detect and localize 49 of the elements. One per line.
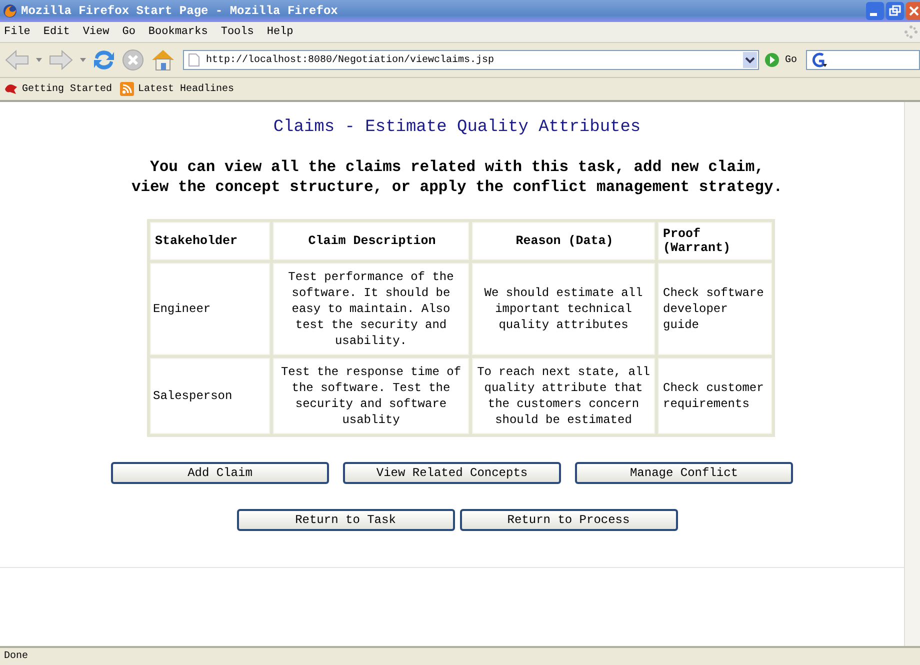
table-cell: Salesperson: [150, 358, 270, 434]
action-button[interactable]: Return to Task: [236, 509, 454, 531]
bookmark-link[interactable]: Getting Started: [22, 84, 112, 94]
menu-item[interactable]: Edit: [43, 26, 70, 38]
scrollbar[interactable]: [904, 102, 920, 646]
bookmark-icon: [4, 83, 18, 95]
close-icon[interactable]: [906, 2, 920, 20]
action-button[interactable]: Manage Conflict: [575, 462, 793, 484]
home-icon[interactable]: [150, 47, 176, 73]
intro-text: You can view all the claims related with this task, add new claim,: [149, 157, 765, 177]
page-icon: [188, 53, 200, 67]
forward-arrow-icon[interactable]: [48, 49, 74, 71]
table-cell: We should estimate all important technical quality attributes: [472, 263, 655, 355]
rss-feed-icon: [120, 82, 134, 96]
column-header: Reason (Data): [472, 222, 655, 260]
address-field[interactable]: http://localhost:8080/Negotiation/viewclaims.jsp: [183, 50, 759, 70]
intro-text: view the concept structure, or apply the conflict management strategy.: [131, 177, 783, 197]
reload-icon[interactable]: [92, 48, 116, 72]
firefox-logo-icon: [3, 4, 17, 18]
bookmark-link[interactable]: Latest Headlines: [138, 84, 234, 94]
column-header: Stakeholder: [150, 222, 270, 260]
menu-item[interactable]: Bookmarks: [148, 26, 208, 38]
table-cell: Check customer requirements: [658, 358, 772, 434]
page-heading: Claims - Estimate Quality Attributes: [272, 118, 641, 137]
table-cell: Test the response time of the software. Test the security and software usablity: [273, 358, 469, 434]
table-cell: Check software developer guide: [658, 263, 772, 355]
back-arrow-icon[interactable]: [4, 49, 30, 71]
minimize-icon[interactable]: [866, 2, 884, 20]
go-button[interactable]: Go: [785, 54, 798, 66]
loading-throbber-icon: [904, 25, 918, 39]
action-button[interactable]: View Related Concepts: [343, 462, 561, 484]
menu-item[interactable]: View: [82, 26, 110, 38]
search-field[interactable]: [806, 50, 920, 70]
action-button[interactable]: Add Claim: [111, 462, 329, 484]
restore-icon[interactable]: [886, 2, 904, 20]
table-cell: To reach next state, all quality attribute that the customers concern should be estimated: [472, 358, 655, 434]
menu-item[interactable]: Go: [122, 26, 136, 38]
status-text: Done: [4, 651, 28, 662]
table-cell: Test performance of the software. It should be easy to maintain. Also test the security and usability.: [273, 263, 469, 355]
search-engine-icon: [811, 52, 828, 68]
menu-item[interactable]: File: [4, 26, 30, 38]
stop-icon[interactable]: [121, 48, 145, 72]
action-button[interactable]: Return to Process: [460, 509, 678, 531]
column-header: Proof (Warrant): [658, 222, 772, 260]
column-header: Claim Description: [273, 222, 469, 260]
window-title: Mozilla Firefox Start Page - Mozilla Firefox: [21, 4, 339, 18]
menu-item[interactable]: Tools: [220, 26, 254, 38]
menu-item[interactable]: Help: [266, 26, 294, 38]
table-cell: Engineer: [150, 263, 270, 355]
